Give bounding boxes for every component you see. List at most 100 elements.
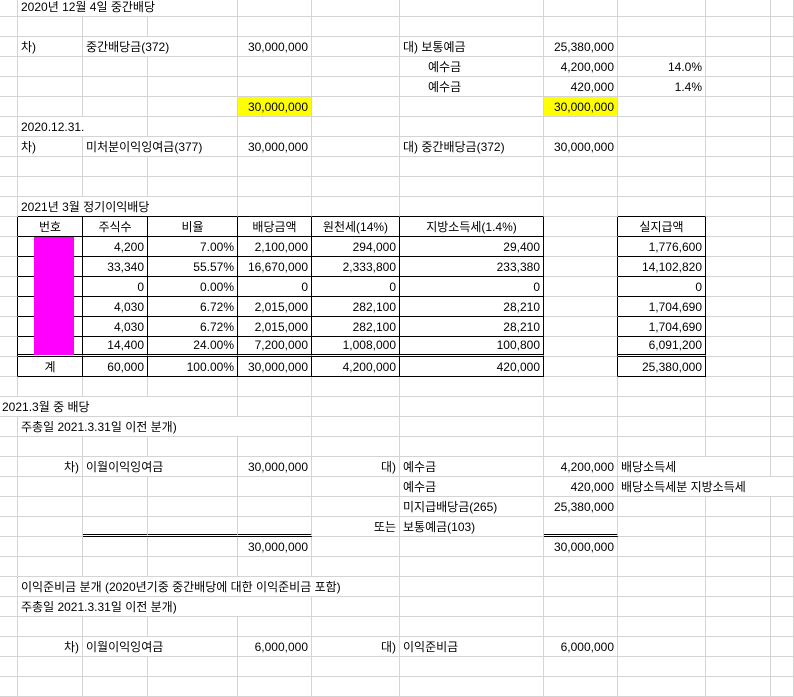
cell[interactable]: [18, 557, 83, 577]
cell[interactable]: [400, 177, 544, 197]
cell[interactable]: [706, 437, 771, 457]
withholding-cell[interactable]: 1,008,000: [312, 337, 400, 357]
dividend-cell[interactable]: 2,100,000: [238, 237, 312, 257]
credit-amount[interactable]: 30,000,000: [544, 137, 618, 157]
cell[interactable]: [312, 557, 400, 577]
cell[interactable]: [0, 637, 18, 657]
dividend-cell[interactable]: 16,670,000: [238, 257, 312, 277]
cell[interactable]: [706, 57, 771, 77]
cell[interactable]: [706, 357, 771, 377]
cell[interactable]: [400, 97, 544, 117]
header-ratio[interactable]: 비율: [148, 217, 238, 237]
total-withholding[interactable]: 4,200,000: [312, 357, 400, 377]
credit-account[interactable]: 예수금: [400, 457, 544, 477]
total-ratio[interactable]: 100.00%: [148, 357, 238, 377]
ratio-cell[interactable]: 24.00%: [148, 337, 238, 357]
cell[interactable]: [706, 397, 771, 417]
cell[interactable]: [706, 0, 771, 17]
local-tax-cell[interactable]: 28,210: [400, 317, 544, 337]
cell[interactable]: [312, 97, 400, 117]
cell[interactable]: [18, 477, 83, 497]
header-number[interactable]: 번호: [18, 217, 83, 237]
cell[interactable]: [0, 177, 18, 197]
cell[interactable]: [771, 577, 794, 597]
alt-label[interactable]: 또는: [312, 517, 400, 537]
cell[interactable]: [0, 357, 18, 377]
cell[interactable]: [771, 257, 794, 277]
closing-date[interactable]: 2020.12.31.: [18, 117, 148, 137]
cell[interactable]: [771, 277, 794, 297]
cell[interactable]: [312, 137, 400, 157]
credit-total-highlighted[interactable]: 30,000,000: [544, 97, 618, 117]
cell[interactable]: [771, 537, 794, 557]
cell[interactable]: [544, 397, 618, 417]
cell[interactable]: [618, 17, 706, 37]
header-dividend[interactable]: 배당금액: [238, 217, 312, 237]
credit-amount[interactable]: 25,380,000: [544, 497, 618, 517]
cell[interactable]: [706, 157, 771, 177]
cell[interactable]: [618, 117, 706, 137]
cell[interactable]: [238, 397, 312, 417]
cell[interactable]: [771, 557, 794, 577]
tax-rate[interactable]: 1.4%: [618, 77, 706, 97]
cell[interactable]: [0, 57, 18, 77]
cell[interactable]: [0, 597, 18, 617]
cell[interactable]: [771, 297, 794, 317]
cell[interactable]: [83, 177, 148, 197]
cell[interactable]: [544, 317, 618, 337]
cell[interactable]: [400, 437, 544, 457]
cell[interactable]: [400, 617, 544, 637]
cell[interactable]: [706, 597, 771, 617]
cell[interactable]: [238, 377, 312, 397]
credit-account[interactable]: 대) 중간배당금(372): [400, 137, 544, 157]
cell[interactable]: [618, 557, 706, 577]
cell[interactable]: [771, 657, 794, 677]
cell[interactable]: [83, 77, 148, 97]
cell[interactable]: [148, 377, 238, 397]
cell[interactable]: [618, 157, 706, 177]
cell[interactable]: [706, 317, 771, 337]
withholding-cell[interactable]: 294,000: [312, 237, 400, 257]
credit-account[interactable]: 대) 보통예금: [400, 37, 544, 57]
cell[interactable]: [83, 157, 148, 177]
cell[interactable]: [400, 557, 544, 577]
cell[interactable]: [618, 597, 706, 617]
debit-label[interactable]: 차): [18, 137, 83, 157]
cell[interactable]: [148, 177, 238, 197]
cell[interactable]: [0, 157, 18, 177]
cell[interactable]: [18, 57, 83, 77]
debit-amount[interactable]: 6,000,000: [238, 637, 312, 657]
cell[interactable]: [238, 677, 312, 697]
shares-cell[interactable]: 33,340: [83, 257, 148, 277]
cell[interactable]: [0, 237, 18, 257]
cell[interactable]: [148, 617, 238, 637]
cell[interactable]: [618, 377, 706, 397]
cell[interactable]: [706, 537, 771, 557]
cell[interactable]: [0, 217, 18, 237]
cell[interactable]: [706, 637, 771, 657]
cell[interactable]: [706, 117, 771, 137]
cell[interactable]: [618, 0, 706, 17]
cell[interactable]: [238, 437, 312, 457]
cell[interactable]: [544, 577, 618, 597]
withholding-cell[interactable]: 282,100: [312, 317, 400, 337]
cell[interactable]: [0, 517, 18, 537]
cell[interactable]: [771, 377, 794, 397]
cell[interactable]: [400, 417, 544, 437]
cell[interactable]: [148, 17, 238, 37]
dividend-cell[interactable]: 0: [238, 277, 312, 297]
net-cell[interactable]: 6,091,200: [618, 337, 706, 357]
cell[interactable]: [83, 377, 148, 397]
cell[interactable]: [18, 497, 83, 517]
cell[interactable]: [771, 417, 794, 437]
local-tax-cell[interactable]: 29,400: [400, 237, 544, 257]
cell[interactable]: [771, 217, 794, 237]
cell[interactable]: [0, 97, 18, 117]
cell[interactable]: [18, 617, 83, 637]
cell[interactable]: [312, 117, 400, 137]
cell[interactable]: [618, 397, 706, 417]
cell[interactable]: [771, 437, 794, 457]
cell[interactable]: [0, 337, 18, 357]
cell[interactable]: [706, 237, 771, 257]
cell[interactable]: [544, 677, 618, 697]
